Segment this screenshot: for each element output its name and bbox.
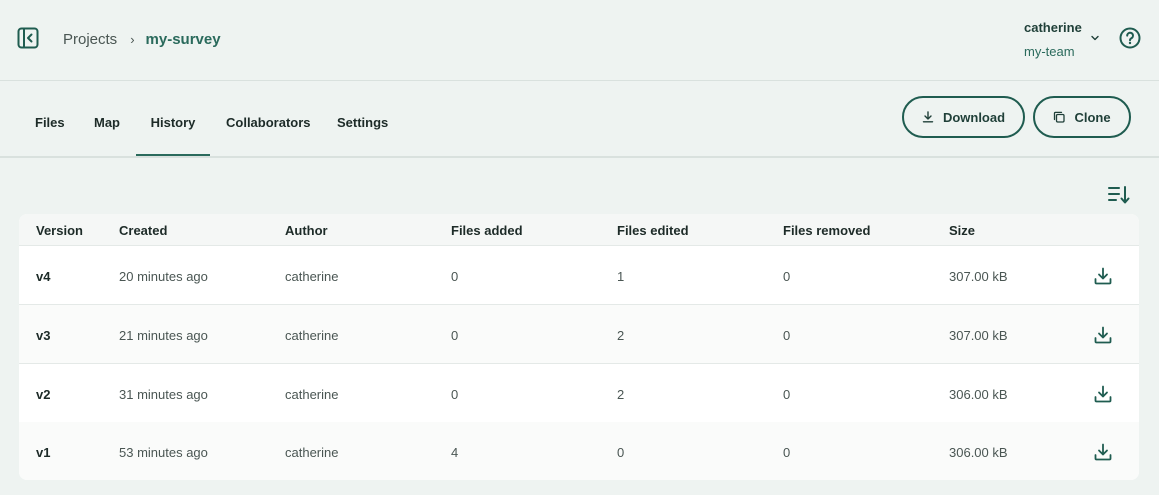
column-header-created[interactable]: Created: [119, 223, 167, 238]
breadcrumb-current-project[interactable]: my-survey: [146, 31, 221, 48]
column-header-size[interactable]: Size: [949, 223, 975, 238]
download-icon: [922, 111, 934, 123]
sort-descending-icon[interactable]: [1108, 185, 1130, 205]
created-cell: 20 minutes ago: [119, 269, 208, 284]
tab-collaborators[interactable]: Collaborators: [226, 81, 311, 156]
column-header-version[interactable]: Version: [36, 223, 83, 238]
download-icon[interactable]: [1094, 443, 1112, 461]
breadcrumb: Projects › my-survey: [63, 29, 221, 49]
tab-files[interactable]: Files: [35, 81, 65, 156]
table-row[interactable]: v1 53 minutes ago catherine 4 0 0 306.00…: [19, 422, 1139, 480]
table-row[interactable]: v2 31 minutes ago catherine 0 2 0 306.00…: [19, 364, 1139, 423]
copy-icon: [1054, 111, 1066, 123]
created-cell: 31 minutes ago: [119, 387, 208, 402]
size-cell: 307.00 kB: [949, 328, 1008, 343]
files-removed-cell: 0: [783, 269, 791, 284]
clone-button-label: Clone: [1074, 109, 1111, 125]
download-icon[interactable]: [1094, 326, 1112, 344]
files-removed-cell: 0: [783, 387, 791, 402]
version-cell: v1: [36, 445, 51, 460]
sidebar-collapse-icon[interactable]: [17, 27, 39, 49]
download-button[interactable]: Download: [902, 96, 1025, 138]
author-cell: catherine: [285, 387, 339, 402]
size-cell: 306.00 kB: [949, 445, 1008, 460]
size-cell: 306.00 kB: [949, 387, 1008, 402]
tab-settings[interactable]: Settings: [337, 81, 388, 156]
tab-bar: Files Map History Collaborators Settings…: [0, 81, 1159, 158]
files-edited-cell: 2: [617, 387, 625, 402]
table-header: Version Created Author Files added Files…: [19, 214, 1139, 246]
top-header: Projects › my-survey catherine my-team: [0, 0, 1159, 81]
files-removed-cell: 0: [783, 445, 791, 460]
files-removed-cell: 0: [783, 328, 791, 343]
download-icon[interactable]: [1094, 385, 1112, 403]
clone-button[interactable]: Clone: [1033, 96, 1131, 138]
size-cell: 307.00 kB: [949, 269, 1008, 284]
tab-history[interactable]: History: [136, 81, 210, 156]
help-circle-icon[interactable]: [1119, 27, 1141, 49]
download-icon[interactable]: [1094, 267, 1112, 285]
files-added-cell: 0: [451, 387, 459, 402]
files-edited-cell: 0: [617, 445, 625, 460]
version-cell: v3: [36, 328, 51, 343]
files-edited-cell: 2: [617, 328, 625, 343]
history-table: Version Created Author Files added Files…: [19, 214, 1139, 480]
version-cell: v2: [36, 387, 51, 402]
author-cell: catherine: [285, 445, 339, 460]
user-menu[interactable]: catherine my-team: [1024, 18, 1104, 62]
files-added-cell: 4: [451, 445, 459, 460]
column-header-author[interactable]: Author: [285, 223, 328, 238]
column-header-files-edited[interactable]: Files edited: [617, 223, 689, 238]
tab-map[interactable]: Map: [94, 81, 120, 156]
created-cell: 53 minutes ago: [119, 445, 208, 460]
files-added-cell: 0: [451, 328, 459, 343]
column-header-files-removed[interactable]: Files removed: [783, 223, 870, 238]
breadcrumb-projects-link[interactable]: Projects: [63, 31, 117, 48]
table-row[interactable]: v4 20 minutes ago catherine 0 1 0 307.00…: [19, 246, 1139, 305]
table-row[interactable]: v3 21 minutes ago catherine 0 2 0 307.00…: [19, 305, 1139, 364]
author-cell: catherine: [285, 269, 339, 284]
files-edited-cell: 1: [617, 269, 625, 284]
created-cell: 21 minutes ago: [119, 328, 208, 343]
user-name: catherine: [1024, 20, 1082, 35]
chevron-down-icon: [1091, 35, 1099, 41]
files-added-cell: 0: [451, 269, 459, 284]
version-cell: v4: [36, 269, 51, 284]
author-cell: catherine: [285, 328, 339, 343]
column-header-files-added[interactable]: Files added: [451, 223, 523, 238]
breadcrumb-separator: ›: [130, 31, 135, 47]
user-team: my-team: [1024, 44, 1075, 59]
download-button-label: Download: [942, 109, 1006, 125]
